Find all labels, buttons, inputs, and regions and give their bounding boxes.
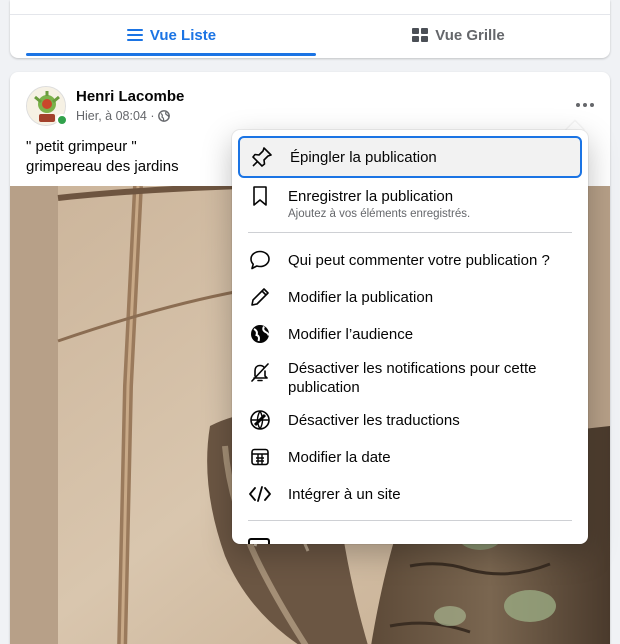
tab-grid-label: Vue Grille xyxy=(435,26,505,44)
menu-item-comment-permissions[interactable]: Qui peut commenter votre publication ? xyxy=(238,242,582,278)
menu-item-edit-audience[interactable]: Modifier l’audience xyxy=(238,316,582,352)
menu-item-disable-translations[interactable]: Désactiver les traductions xyxy=(238,402,582,438)
more-dot xyxy=(590,103,594,107)
active-tab-indicator xyxy=(26,53,316,56)
more-dot xyxy=(576,103,580,107)
caption-line: grimpereau des jardins xyxy=(26,158,179,175)
globe-icon xyxy=(248,322,272,346)
menu-item-pin[interactable]: Épingler la publication xyxy=(238,136,582,178)
comment-icon xyxy=(248,248,272,272)
menu-item-embed[interactable]: Intégrer à un site xyxy=(238,476,582,512)
bell-off-icon xyxy=(248,360,272,384)
bookmark-icon xyxy=(248,184,272,208)
tab-list-view[interactable]: Vue Liste xyxy=(26,14,316,56)
post-caption: " petit grimpeur " grimpereau des jardin… xyxy=(26,137,179,177)
menu-item-sublabel: Ajoutez à vos éléments enregistrés. xyxy=(288,207,471,220)
menu-item-label: Modifier la date xyxy=(288,448,391,466)
menu-item-edit-date[interactable]: Modifier la date xyxy=(238,439,582,475)
tab-grid-view[interactable]: Vue Grille xyxy=(320,14,596,56)
menu-item-label: Enregistrer la publication xyxy=(288,187,454,205)
menu-item-disable-notifications[interactable]: Désactiver les notifications pour cette … xyxy=(238,356,582,400)
list-icon xyxy=(126,29,143,41)
translate-icon xyxy=(248,408,272,432)
menu-item-label: Désactiver les notifications pour cette … xyxy=(288,360,537,396)
menu-item-cutoff-icon xyxy=(248,538,270,544)
tab-list-label: Vue Liste xyxy=(149,26,217,44)
menu-item-save[interactable]: Enregistrer la publication Ajoutez à vos… xyxy=(238,180,582,226)
view-switch-card: Vue Liste Vue Grille xyxy=(10,0,610,58)
grid-icon xyxy=(412,28,429,42)
pencil-icon xyxy=(248,285,272,309)
menu-divider xyxy=(248,520,572,521)
menu-item-label: Modifier l’audience xyxy=(288,325,414,343)
menu-item-label: Modifier la publication xyxy=(288,288,434,306)
caption-line: " petit grimpeur " xyxy=(26,138,137,155)
menu-item-label: Intégrer à un site xyxy=(288,485,401,503)
post-options-button[interactable] xyxy=(570,90,600,120)
more-dot xyxy=(583,103,587,107)
pin-icon xyxy=(250,145,274,169)
post-author[interactable]: Henri Lacombe xyxy=(76,88,184,105)
menu-divider xyxy=(248,232,572,233)
globe-icon[interactable] xyxy=(157,110,170,122)
menu-item-text: Enregistrer la publication Ajoutez à vos… xyxy=(288,187,470,220)
calendar-icon xyxy=(248,445,272,469)
menu-item-label: Désactiver les traductions xyxy=(288,411,460,429)
online-status-dot xyxy=(56,114,68,126)
menu-item-label: Épingler la publication xyxy=(290,148,437,166)
menu-item-edit-post[interactable]: Modifier la publication xyxy=(238,279,582,315)
post-meta: Hier, à 08:04 · xyxy=(76,109,170,123)
menu-item-label: Qui peut commenter votre publication ? xyxy=(288,251,550,269)
post-time[interactable]: Hier, à 08:04 · xyxy=(76,109,155,123)
code-icon xyxy=(248,482,272,506)
post-options-menu: Épingler la publication Enregistrer la p… xyxy=(232,130,588,544)
